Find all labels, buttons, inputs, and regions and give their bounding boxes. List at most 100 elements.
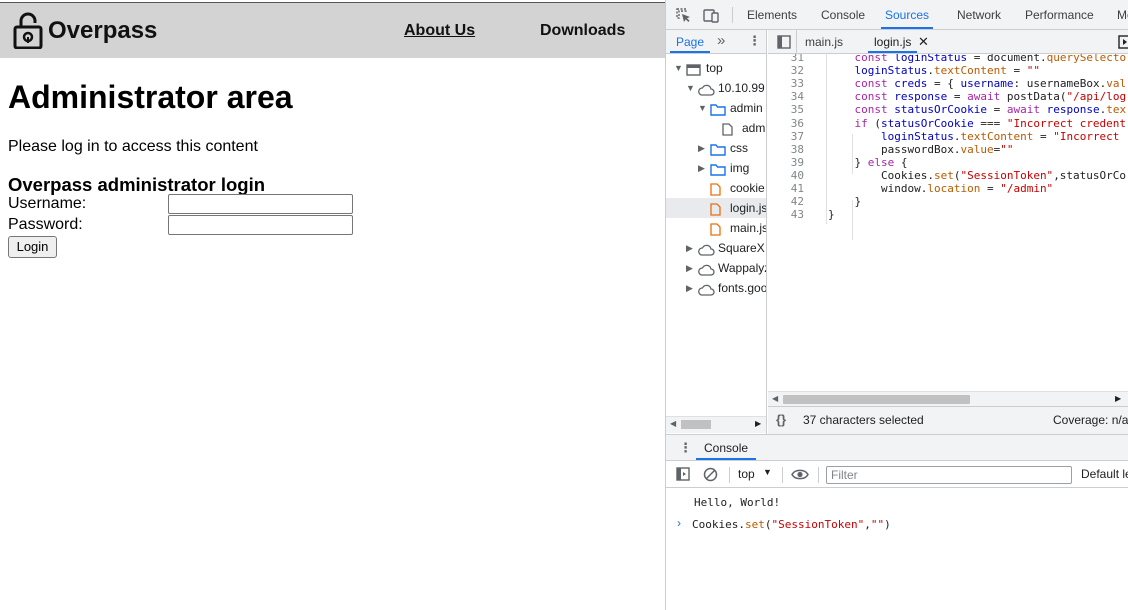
code-line: 38 passwordBox.value=""	[768, 143, 1128, 156]
console-prompt-icon: ›	[677, 516, 681, 530]
code-line: 40 Cookies.set("SessionToken",statusOrCo	[768, 169, 1128, 182]
tree-item-label: 10.10.99	[718, 81, 765, 95]
tree-item[interactable]: ▼ admin	[666, 98, 766, 118]
expand-arrow-down-icon[interactable]: ▼	[686, 78, 695, 98]
nav-link-about[interactable]: About Us	[404, 22, 475, 40]
code-text: }	[828, 208, 835, 222]
line-number[interactable]: 40	[768, 169, 804, 182]
tab-performance[interactable]: Performance	[1025, 0, 1094, 29]
code-line: 34 const response = await postData("/api…	[768, 90, 1128, 103]
line-number[interactable]: 43	[768, 208, 804, 221]
scrollbar-thumb[interactable]	[681, 420, 711, 429]
clear-console-icon[interactable]	[703, 467, 718, 482]
code-text: const statusOrCookie = await response.te…	[854, 103, 1127, 117]
code-line: 33 const creds = { username: usernameBox…	[768, 77, 1128, 90]
editor-tab-bar: main.js login.js ✕	[768, 30, 1128, 54]
toggle-debugger-icon[interactable]	[1118, 35, 1128, 49]
expand-arrow-right-icon[interactable]: ▶	[686, 238, 693, 258]
drawer-menu-icon[interactable]: ⋮	[679, 441, 692, 454]
tree-item[interactable]: ▶ img	[666, 158, 766, 178]
more-tabs-icon[interactable]: »	[717, 33, 725, 48]
line-number[interactable]: 39	[768, 156, 804, 169]
device-toolbar-icon[interactable]	[703, 8, 719, 23]
live-expression-eye-icon[interactable]	[791, 468, 809, 481]
tree-item[interactable]: ▶ css	[666, 138, 766, 158]
tree-item[interactable]: adm	[666, 118, 766, 138]
editor-tab-main-js[interactable]: main.js	[805, 30, 843, 53]
password-label: Password:	[8, 216, 83, 233]
log-levels-dropdown[interactable]: Default le	[1081, 461, 1128, 488]
expand-arrow-down-icon[interactable]: ▼	[674, 58, 683, 78]
login-button[interactable]: Login	[8, 236, 57, 258]
drawer-tab-console[interactable]: Console	[696, 435, 757, 460]
expand-arrow-down-icon[interactable]: ▼	[698, 98, 707, 118]
inspect-element-icon[interactable]	[676, 8, 691, 23]
tree-item[interactable]: ▼ top	[666, 58, 766, 78]
editor-scrollbar[interactable]: ◀ ▶	[768, 391, 1128, 406]
site-brand[interactable]: Overpass	[48, 17, 157, 45]
line-number[interactable]: 38	[768, 143, 804, 156]
indent-guide	[852, 134, 853, 174]
tree-item-label: login.js	[730, 201, 767, 215]
tree-item[interactable]: ▼ 10.10.99	[666, 78, 766, 98]
tree-item[interactable]: login.js	[666, 198, 767, 218]
selection-status: 37 characters selected	[803, 413, 924, 427]
code-line: 35 const statusOrCookie = await response…	[768, 103, 1128, 116]
navigator-menu-icon[interactable]: ⋮	[748, 34, 761, 47]
expand-arrow-right-icon[interactable]: ▶	[698, 138, 705, 158]
tab-sources[interactable]: Sources	[881, 0, 934, 29]
expand-arrow-right-icon[interactable]: ▶	[698, 158, 705, 178]
chevron-down-icon[interactable]: ▼	[763, 468, 772, 477]
pretty-print-icon[interactable]: {}	[776, 413, 786, 426]
scroll-right-icon[interactable]: ▶	[1115, 395, 1121, 403]
code-area[interactable]: 31 const loginStatus = document.querySel…	[768, 54, 1128, 391]
line-number[interactable]: 32	[768, 64, 804, 77]
context-selector[interactable]: top	[738, 461, 755, 488]
navigator-scrollbar[interactable]: ◀ ▶	[666, 416, 766, 433]
scroll-left-icon[interactable]: ◀	[670, 420, 676, 428]
console-filter-input[interactable]: Filter	[826, 466, 1072, 484]
tab-network[interactable]: Network	[957, 0, 1001, 29]
scrollbar-thumb[interactable]	[783, 395, 970, 404]
console-sidebar-icon[interactable]	[676, 467, 690, 481]
close-tab-icon[interactable]: ✕	[918, 35, 929, 48]
toggle-navigator-icon[interactable]	[777, 35, 791, 49]
tree-item[interactable]: ▶ Wappalyz	[666, 258, 767, 278]
scroll-right-icon[interactable]: ▶	[755, 420, 761, 428]
code-text: if (statusOrCookie === "Incorrect creden…	[854, 116, 1127, 130]
tab-page[interactable]: Page	[670, 30, 711, 53]
tree-item[interactable]: cookie	[666, 178, 766, 198]
web-page: Overpass About Us Downloads Administrato…	[0, 0, 665, 610]
line-number[interactable]: 42	[768, 195, 804, 208]
code-text: loginStatus.textContent = ""	[854, 64, 1040, 78]
scroll-left-icon[interactable]: ◀	[772, 395, 778, 403]
code-text: const creds = { username: usernameBox.va…	[854, 77, 1127, 91]
expand-arrow-right-icon[interactable]: ▶	[686, 278, 693, 298]
drawer-tab-bar: ⋮ Console	[666, 435, 1128, 461]
line-number[interactable]: 33	[768, 77, 804, 90]
code-line: 37 loginStatus.textContent = "Incorrect	[768, 130, 1128, 143]
line-number[interactable]: 35	[768, 103, 804, 116]
tree-item[interactable]: ▶ fonts.goo	[666, 278, 766, 298]
tree-item-label: adm	[742, 121, 766, 135]
tab-memory[interactable]: Me	[1117, 0, 1128, 29]
password-field[interactable]	[168, 215, 353, 235]
nav-link-downloads[interactable]: Downloads	[540, 22, 625, 40]
tree-item[interactable]: ▶ SquareX	[666, 238, 766, 258]
tab-console[interactable]: Console	[821, 0, 865, 29]
code-text: loginStatus.textContent = "Incorrect	[880, 129, 1127, 143]
tab-elements[interactable]: Elements	[747, 0, 797, 29]
line-number[interactable]: 41	[768, 182, 804, 195]
editor-tab-login-js[interactable]: login.js	[868, 30, 918, 53]
console-input-line[interactable]: Cookies.set("SessionToken","")	[692, 518, 891, 531]
line-number[interactable]: 34	[768, 90, 804, 103]
line-number[interactable]: 31	[768, 54, 804, 64]
line-number[interactable]: 36	[768, 117, 804, 130]
username-field[interactable]	[168, 194, 353, 214]
line-number[interactable]: 37	[768, 130, 804, 143]
tree-item-label: Wappalyz	[718, 261, 767, 275]
tree-item[interactable]: main.js	[666, 218, 766, 238]
unlocked-padlock-icon[interactable]	[13, 11, 43, 49]
expand-arrow-right-icon[interactable]: ▶	[686, 258, 693, 278]
code-text: const loginStatus = document.querySelect…	[854, 54, 1127, 64]
